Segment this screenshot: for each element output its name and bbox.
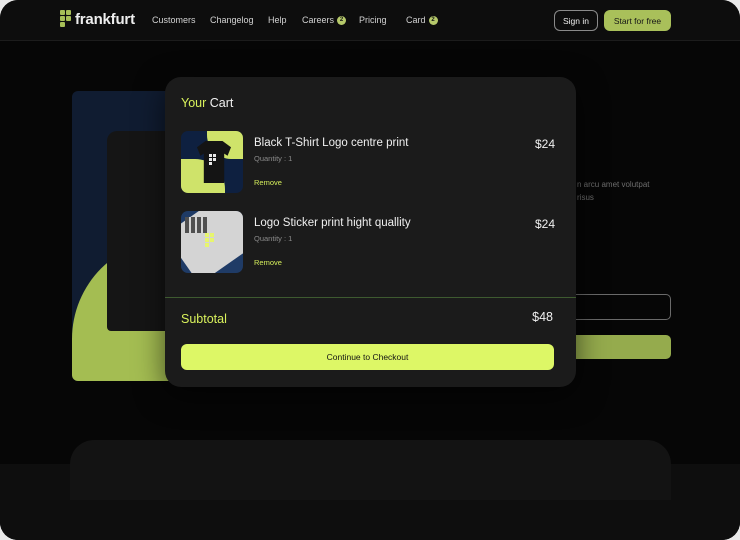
item-name[interactable]: Black T-Shirt Logo centre print xyxy=(254,137,408,149)
nav-customers[interactable]: Customers xyxy=(152,15,196,25)
item-price: $24 xyxy=(534,137,555,151)
item-quantity: Quantity : 1 xyxy=(254,154,293,163)
background-input-field[interactable] xyxy=(560,294,671,320)
logo-sticker-icon xyxy=(205,233,219,249)
logo-grid-icon xyxy=(60,10,72,28)
careers-count-badge: 2 xyxy=(337,15,347,25)
cart-title: Your Cart xyxy=(181,96,233,110)
product-description-line: n arcu amet volutpat xyxy=(577,180,650,189)
cart-title-accent: Your xyxy=(181,96,207,110)
logo-grid-icon xyxy=(209,154,217,166)
item-price: $24 xyxy=(534,217,555,231)
cart-title-rest: Cart xyxy=(206,96,234,110)
background-section-card xyxy=(70,440,671,500)
top-navigation: frankfurt Customers Changelog Help Caree… xyxy=(0,0,740,41)
logo-text: frankfurt xyxy=(75,10,135,28)
card-count-badge: 2 xyxy=(428,15,438,25)
nav-label: Help xyxy=(268,15,287,25)
item-name[interactable]: Logo Sticker print hight quallity xyxy=(254,217,411,229)
nav-help[interactable]: Help xyxy=(268,15,287,25)
logo[interactable]: frankfurt xyxy=(60,10,135,28)
product-description: n arcu amet volutpat risus xyxy=(577,178,737,204)
laptop-sticker-product-image[interactable] xyxy=(181,211,243,273)
tshirt-product-image[interactable] xyxy=(181,131,243,193)
nav-label: Card xyxy=(406,15,426,25)
nav-changelog[interactable]: Changelog xyxy=(210,15,254,25)
nav-careers[interactable]: Careers 2 xyxy=(302,15,347,25)
cart-modal: Your Cart Black T-Shirt Logo centre prin… xyxy=(165,77,576,387)
nav-label: Careers xyxy=(302,15,335,25)
background-add-button[interactable] xyxy=(560,335,671,359)
cart-item: Logo Sticker print hight quallity Quanti… xyxy=(181,211,561,273)
cart-divider xyxy=(165,297,576,298)
nav-card[interactable]: Card 2 xyxy=(406,15,438,25)
subtotal-label: Subtotal xyxy=(181,312,227,326)
nav-label: Pricing xyxy=(359,15,387,25)
nav-label: Changelog xyxy=(210,15,254,25)
subtotal-value: $48 xyxy=(532,310,553,324)
sign-in-button[interactable]: Sign in xyxy=(554,10,598,31)
cart-item: Black T-Shirt Logo centre print Quantity… xyxy=(181,131,561,193)
continue-to-checkout-button[interactable]: Continue to Checkout xyxy=(181,344,554,370)
nav-label: Customers xyxy=(152,15,196,25)
remove-item-button[interactable]: Remove xyxy=(254,178,282,187)
remove-item-button[interactable]: Remove xyxy=(254,258,282,267)
start-for-free-button[interactable]: Start for free xyxy=(604,10,671,31)
nav-pricing[interactable]: Pricing xyxy=(359,15,387,25)
item-quantity: Quantity : 1 xyxy=(254,234,293,243)
product-description-line: risus xyxy=(577,193,594,202)
app-frame: n arcu amet volutpat risus frankfurt Cus… xyxy=(0,0,740,540)
